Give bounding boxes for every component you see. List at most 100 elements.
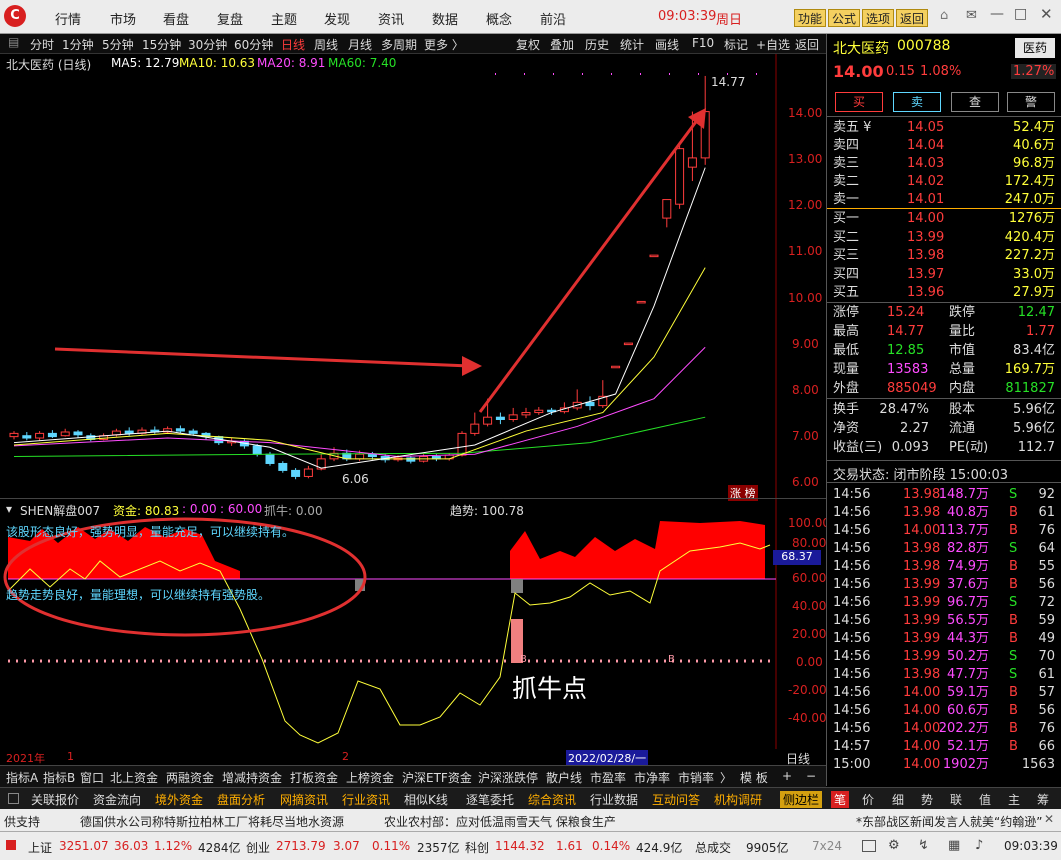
period-timeshare[interactable]: 分时 [30, 36, 54, 53]
period-1min[interactable]: 1分钟 [62, 36, 94, 53]
menu-icon[interactable]: ▤ [8, 35, 19, 49]
tick-row[interactable]: 14:56 13.98 74.9万 B 55 [833, 558, 1055, 576]
bid-row[interactable]: 买一 14.00 1276万 [833, 210, 1055, 228]
quote-row[interactable]: 最低 12.85 市值 83.4亿 [833, 342, 1055, 360]
period-15min[interactable]: 15分钟 [142, 36, 181, 53]
period-monthly[interactable]: 月线 [348, 36, 372, 53]
function-button[interactable]: 功能 [794, 9, 827, 27]
ask-row[interactable]: 卖一 14.01 247.0万 [833, 191, 1055, 209]
tab-remove[interactable]: − [806, 769, 816, 783]
tick-row[interactable]: 14:56 13.98 40.8万 B 61 [833, 504, 1055, 522]
tab-related-quote[interactable]: 关联报价 [31, 791, 79, 808]
tab-similar-kline[interactable]: 相似K线 [404, 791, 448, 808]
menu-item-quotes[interactable]: 行情 [55, 9, 81, 28]
bid-row[interactable]: 买二 13.99 420.4万 [833, 229, 1055, 247]
sell-button[interactable]: 卖 [893, 92, 941, 112]
tick-row[interactable]: 14:56 14.00 202.2万 B 76 [833, 720, 1055, 738]
settings-icon[interactable]: ⚙ [888, 838, 900, 853]
tab-list-fund[interactable]: 上榜资金 [346, 769, 394, 786]
news-item[interactable]: 农业农村部：应对低温雨雪天气 保粮食生产 [384, 813, 616, 830]
tab-margin[interactable]: 两融资金 [166, 769, 214, 786]
ask-row[interactable]: 卖二 14.02 172.4万 [833, 173, 1055, 191]
tab-limit-up-fund[interactable]: 打板资金 [290, 769, 338, 786]
bid-row[interactable]: 买五 13.96 27.9万 [833, 284, 1055, 302]
period-30min[interactable]: 30分钟 [188, 36, 227, 53]
app-logo-icon[interactable]: C [4, 5, 26, 27]
stat-row[interactable]: 收益(三) 0.093 PE(动) 112.7 [833, 439, 1055, 457]
tab-order-detail[interactable]: 逐笔委托 [466, 791, 514, 808]
minimize-icon[interactable]: — [990, 6, 1004, 22]
period-daily[interactable]: 日线 [281, 36, 305, 53]
tick-row[interactable]: 14:56 14.00 113.7万 B 76 [833, 522, 1055, 540]
tab-northbound[interactable]: 北上资金 [110, 769, 158, 786]
tool-draw-line[interactable]: 画线 [655, 36, 679, 53]
maximize-icon[interactable]: □ [1014, 6, 1027, 22]
back-button[interactable]: 返回 [896, 9, 929, 27]
news-close-icon[interactable]: ✕ [1044, 812, 1054, 826]
tab-detail[interactable]: 细 [892, 791, 904, 808]
tab-ps[interactable]: 市销率 [678, 769, 714, 786]
tick-row[interactable]: 14:56 13.98 47.7万 S 61 [833, 666, 1055, 684]
buy-button[interactable]: 买 [835, 92, 883, 112]
bell-icon[interactable]: ♪ [975, 838, 983, 853]
tab-limit-board[interactable]: 沪深涨跌停 [478, 769, 538, 786]
tick-row[interactable]: 14:56 13.99 37.6万 B 56 [833, 576, 1055, 594]
indicator-dropdown-icon[interactable]: ▾ [6, 502, 12, 516]
quote-row[interactable]: 最高 14.77 量比 1.77 [833, 323, 1055, 341]
tick-row[interactable]: 14:56 13.99 44.3万 B 49 [833, 630, 1055, 648]
news-item[interactable]: 德国供水公司称特斯拉柏林工厂将耗尽当地水资源 [80, 813, 344, 830]
chart-icon[interactable]: ↯ [918, 838, 929, 853]
quote-row[interactable]: 现量 13583 总量 169.7万 [833, 361, 1055, 379]
tab-market-analysis[interactable]: 盘面分析 [217, 791, 265, 808]
alert-button[interactable]: 警 [1007, 92, 1055, 112]
cy-label[interactable]: 创业 [246, 839, 270, 856]
period-5min[interactable]: 5分钟 [102, 36, 134, 53]
period-60min[interactable]: 60分钟 [234, 36, 273, 53]
tool-overlay[interactable]: 叠加 [550, 36, 574, 53]
sector-button[interactable]: 医药 [1015, 38, 1055, 58]
tab-indicator-a[interactable]: 指标A [6, 769, 38, 786]
tick-row[interactable]: 14:56 14.00 60.6万 B 56 [833, 702, 1055, 720]
news-mode[interactable]: 7x24 [812, 839, 842, 853]
tool-statistics[interactable]: 统计 [620, 36, 644, 53]
tick-row[interactable]: 14:56 13.99 50.2万 S 70 [833, 648, 1055, 666]
tab-ticks[interactable]: 笔 [831, 791, 850, 808]
tool-add-watchlist[interactable]: +自选 [756, 36, 790, 53]
options-button[interactable]: 选项 [862, 9, 895, 27]
period-weekly[interactable]: 周线 [314, 36, 338, 53]
menu-item-theme[interactable]: 主题 [271, 9, 297, 28]
ask-row[interactable]: 卖五 ¥ 14.05 52.4万 [833, 119, 1055, 137]
bid-row[interactable]: 买四 13.97 33.0万 [833, 266, 1055, 284]
indicator-chart[interactable]: ▾ SHEN解盘007 资金: 80.83 : 0.00 : 60.00 抓牛:… [0, 498, 830, 766]
menu-item-data[interactable]: 数据 [432, 9, 458, 28]
tab-main[interactable]: 主 [1008, 791, 1020, 808]
period-multi[interactable]: 多周期 [381, 36, 417, 53]
formula-button[interactable]: 公式 [828, 9, 861, 27]
candlestick-chart[interactable]: 北大医药 (日线) MA5: 12.79 MA10: 10.63 MA20: 8… [0, 54, 826, 501]
tool-history[interactable]: 历史 [585, 36, 609, 53]
tab-window[interactable]: 窗口 [80, 769, 104, 786]
tick-row[interactable]: 14:56 13.99 56.5万 B 59 [833, 612, 1055, 630]
tab-chips[interactable]: 筹 [1037, 791, 1049, 808]
tool-restore-rights[interactable]: 复权 [516, 36, 540, 53]
stat-row[interactable]: 净资 2.27 流通 5.96亿 [833, 420, 1055, 438]
menu-item-frontier[interactable]: 前沿 [540, 9, 566, 28]
tab-template[interactable]: 模 板 [740, 769, 768, 786]
quote-row[interactable]: 外盘 885049 内盘 811827 [833, 380, 1055, 398]
indicator-name[interactable]: SHEN解盘007 [20, 502, 100, 519]
tick-row[interactable]: 14:56 13.98 82.8万 S 64 [833, 540, 1055, 558]
tab-sidebar[interactable]: 侧边栏 [780, 791, 823, 808]
panel-toggle-icon[interactable] [8, 793, 19, 804]
tab-industry-data[interactable]: 行业数据 [590, 791, 638, 808]
tool-mark[interactable]: 标记 [724, 36, 748, 53]
ask-row[interactable]: 卖三 14.03 96.8万 [833, 155, 1055, 173]
tick-row[interactable]: 14:56 13.99 96.7万 S 72 [833, 594, 1055, 612]
menu-item-discover[interactable]: 发现 [324, 9, 350, 28]
bid-row[interactable]: 买三 13.98 227.2万 [833, 247, 1055, 265]
tab-linked[interactable]: 联 [950, 791, 962, 808]
period-more[interactable]: 更多 〉 [424, 36, 464, 53]
kc-label[interactable]: 科创 [465, 839, 489, 856]
tool-f10[interactable]: F10 [692, 36, 714, 50]
quote-row[interactable]: 涨停 15.24 跌停 12.47 [833, 304, 1055, 322]
tab-retail-line[interactable]: 散户线 [546, 769, 582, 786]
